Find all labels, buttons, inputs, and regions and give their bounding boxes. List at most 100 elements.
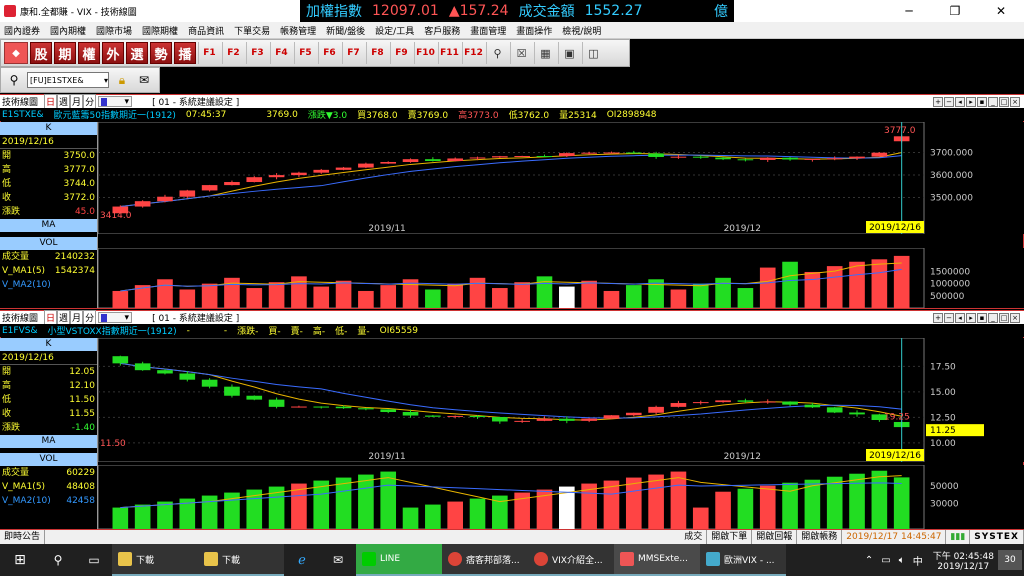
fkey-button[interactable]: F2: [222, 42, 244, 64]
grid-icon[interactable]: ▦: [534, 42, 556, 64]
quick-button[interactable]: 播: [174, 42, 196, 64]
start-button[interactable]: ⊞: [0, 544, 40, 576]
announcement-button[interactable]: 即時公告: [0, 530, 46, 544]
more-icon[interactable]: ▪: [977, 96, 987, 107]
fkey-button[interactable]: F1: [198, 42, 220, 64]
pan-left-icon[interactable]: ◂: [955, 96, 965, 107]
fills-button[interactable]: 成交: [680, 530, 708, 544]
menu-item[interactable]: 客戶服務: [424, 24, 460, 37]
dual-window-icon[interactable]: ◫: [582, 42, 604, 64]
window-icon[interactable]: ▣: [558, 42, 580, 64]
notification-badge[interactable]: 30: [998, 550, 1022, 570]
open-account-button[interactable]: 開啟帳務: [797, 530, 843, 544]
quick-button[interactable]: 外: [102, 42, 124, 64]
fkey-button[interactable]: F4: [270, 42, 292, 64]
mail-icon[interactable]: ✉: [135, 71, 153, 89]
menu-item[interactable]: 國際市場: [96, 24, 132, 37]
pan-right-icon[interactable]: ▸: [966, 96, 976, 107]
search-icon[interactable]: ⚲: [40, 544, 76, 576]
open-order-button[interactable]: 開啟下單: [707, 530, 753, 544]
panel1-candlestick-chart[interactable]: 3700.000 3600.000 3500.000 2019/11 2019/12 20…: [98, 122, 1024, 234]
lock-icon[interactable]: 🔒︎: [113, 71, 131, 89]
panel1-setting[interactable]: [ 01 - 系統建議設定 ]: [152, 95, 239, 108]
quick-button[interactable]: 選: [126, 42, 148, 64]
period-month-button[interactable]: 月: [70, 310, 84, 325]
period-day-button[interactable]: 日: [44, 310, 58, 325]
period-day-button[interactable]: 日: [44, 94, 58, 109]
fkey-button[interactable]: F7: [342, 42, 364, 64]
panel2-volume-chart[interactable]: 50000 30000: [98, 465, 1024, 529]
close-button[interactable]: ✕: [978, 0, 1024, 22]
panel2-candlestick-chart[interactable]: 17.50 15.00 12.50 10.00 2019/11 2019/12 2019/1…: [98, 338, 1024, 462]
symbol-combo[interactable]: [FU]E1STXE& ▾: [27, 72, 109, 88]
quick-button[interactable]: 股: [30, 42, 52, 64]
fkey-button[interactable]: F8: [366, 42, 388, 64]
maximize-button[interactable]: ❐: [932, 0, 978, 22]
menu-item[interactable]: 畫面操作: [516, 24, 552, 37]
mail-icon[interactable]: ✉: [320, 544, 356, 576]
volume-icon[interactable]: 🔈︎: [899, 555, 905, 566]
fkey-button[interactable]: F10: [414, 42, 436, 64]
close-box-icon[interactable]: ☒: [510, 42, 532, 64]
maximize-panel-icon[interactable]: □: [999, 96, 1009, 107]
pan-left-icon[interactable]: ◂: [955, 312, 965, 323]
menu-item[interactable]: 新聞/盤後: [326, 24, 365, 37]
close-panel-icon[interactable]: ×: [1010, 96, 1020, 107]
fkey-button[interactable]: F11: [438, 42, 460, 64]
home-logo-button[interactable]: ◆: [4, 42, 28, 64]
minimize-button[interactable]: ─: [886, 0, 932, 22]
taskbar-app-downloads-2[interactable]: 下載: [198, 544, 284, 576]
menu-item[interactable]: 畫面管理: [470, 24, 506, 37]
menu-item[interactable]: 國際期權: [142, 24, 178, 37]
open-report-button[interactable]: 開啟回報: [752, 530, 798, 544]
period-minute-button[interactable]: 分: [83, 94, 97, 109]
taskbar-app-downloads-1[interactable]: 下載: [112, 544, 198, 576]
fkey-button[interactable]: F12: [462, 42, 484, 64]
ime-icon[interactable]: 中: [913, 553, 923, 568]
menu-item[interactable]: 下單交易: [234, 24, 270, 37]
minute-select[interactable]: ▾: [98, 96, 133, 107]
menu-item[interactable]: 國內期權: [50, 24, 86, 37]
taskbar-app-chrome-2[interactable]: VIX介紹全...: [528, 544, 614, 576]
quick-button[interactable]: 權: [78, 42, 100, 64]
minimize-panel-icon[interactable]: _: [988, 96, 998, 107]
menu-item[interactable]: 商品資訊: [188, 24, 224, 37]
fkey-button[interactable]: F5: [294, 42, 316, 64]
taskbar-app-line[interactable]: LINE: [356, 544, 442, 576]
period-week-button[interactable]: 週: [57, 94, 71, 109]
taskbar-app-mms[interactable]: MMSExte...: [614, 544, 700, 576]
chevron-up-icon[interactable]: ⌃: [865, 555, 873, 566]
taskbar-app-chrome-1[interactable]: 痞客邦部落...: [442, 544, 528, 576]
menu-item[interactable]: 國內證券: [4, 24, 40, 37]
taskbar-app-paint[interactable]: 歐洲VIX - ...: [700, 544, 786, 576]
panel1-volume-chart[interactable]: 1500000 1000000 500000: [98, 248, 1024, 308]
panel2-setting[interactable]: [ 01 - 系統建議設定 ]: [152, 311, 239, 324]
tray-clock[interactable]: 下午 02:45:48 2019/12/17: [929, 549, 998, 572]
quick-button[interactable]: 勢: [150, 42, 172, 64]
period-minute-button[interactable]: 分: [83, 310, 97, 325]
task-view-icon[interactable]: ▭: [76, 544, 112, 576]
zoom-in-icon[interactable]: +: [933, 312, 943, 323]
fkey-button[interactable]: F6: [318, 42, 340, 64]
network-icon[interactable]: ▭: [881, 555, 890, 566]
menu-item[interactable]: 設定/工具: [375, 24, 414, 37]
minute-select[interactable]: ▾: [98, 312, 133, 323]
maximize-panel-icon[interactable]: □: [999, 312, 1009, 323]
more-icon[interactable]: ▪: [977, 312, 987, 323]
minimize-panel-icon[interactable]: _: [988, 312, 998, 323]
menu-item[interactable]: 帳務管理: [280, 24, 316, 37]
zoom-out-icon[interactable]: −: [944, 96, 954, 107]
pan-right-icon[interactable]: ▸: [966, 312, 976, 323]
search-icon[interactable]: ⚲: [5, 71, 23, 89]
search-icon[interactable]: ⚲: [486, 42, 508, 64]
zoom-in-icon[interactable]: +: [933, 96, 943, 107]
close-panel-icon[interactable]: ×: [1010, 312, 1020, 323]
period-week-button[interactable]: 週: [57, 310, 71, 325]
period-month-button[interactable]: 月: [70, 94, 84, 109]
zoom-out-icon[interactable]: −: [944, 312, 954, 323]
menu-item[interactable]: 檢視/說明: [562, 24, 601, 37]
fkey-button[interactable]: F9: [390, 42, 412, 64]
ie-icon[interactable]: ℯ: [284, 544, 320, 576]
fkey-button[interactable]: F3: [246, 42, 268, 64]
quick-button[interactable]: 期: [54, 42, 76, 64]
